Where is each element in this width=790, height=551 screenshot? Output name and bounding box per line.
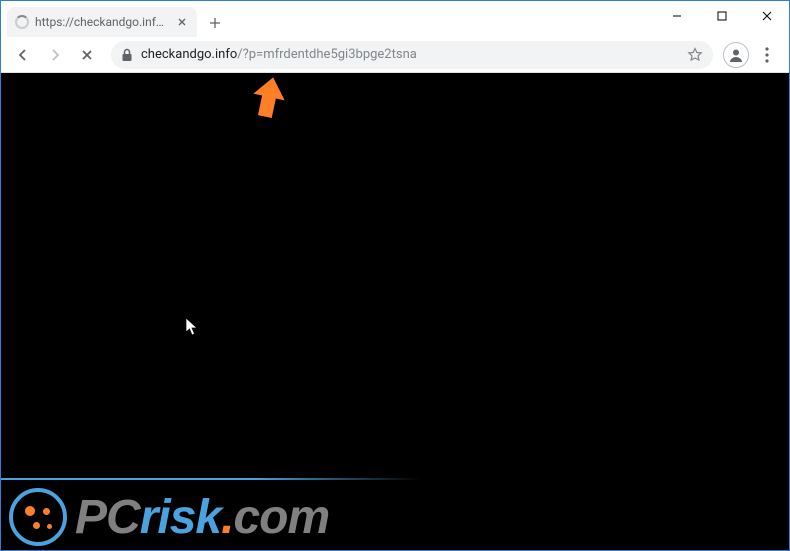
url-host: checkandgo.info (141, 47, 237, 62)
page-content: PCrisk.com (1, 73, 789, 550)
watermark-text: PCrisk.com (75, 490, 329, 545)
stop-loading-button[interactable] (73, 41, 101, 69)
lock-icon (121, 48, 133, 62)
forward-button[interactable] (41, 41, 69, 69)
toolbar: checkandgo.info/?p=mfrdentdhe5gi3bpge2ts… (1, 37, 789, 73)
title-bar: https://checkandgo.info/?p=mfr (1, 1, 789, 37)
watermark-dot: . (221, 490, 233, 545)
close-window-button[interactable] (744, 1, 789, 31)
url-text: checkandgo.info/?p=mfrdentdhe5gi3bpge2ts… (141, 47, 679, 62)
bookmark-star-icon[interactable] (687, 47, 703, 63)
tab-strip: https://checkandgo.info/?p=mfr (1, 1, 654, 37)
watermark-pc: PC (75, 490, 140, 545)
url-path: /?p=mfrdentdhe5gi3bpge2tsna (237, 47, 417, 62)
watermark-com: com (233, 490, 329, 545)
address-bar[interactable]: checkandgo.info/?p=mfrdentdhe5gi3bpge2ts… (111, 41, 713, 69)
watermark-risk: risk (140, 490, 221, 545)
watermark-separator (1, 478, 421, 480)
profile-avatar-icon[interactable] (723, 42, 749, 68)
back-button[interactable] (9, 41, 37, 69)
watermark: PCrisk.com (9, 488, 329, 546)
menu-button[interactable] (753, 41, 781, 69)
window-controls (654, 1, 789, 31)
loading-spinner-icon (15, 15, 29, 29)
tab-title: https://checkandgo.info/?p=mfr (35, 15, 169, 29)
mouse-cursor-icon (185, 317, 199, 341)
annotation-arrow-icon (249, 75, 289, 124)
browser-tab[interactable]: https://checkandgo.info/?p=mfr (7, 7, 197, 37)
watermark-badge-icon (9, 488, 67, 546)
browser-window: https://checkandgo.info/?p=mfr (0, 0, 790, 551)
maximize-button[interactable] (699, 1, 744, 31)
close-tab-button[interactable] (175, 15, 189, 29)
new-tab-button[interactable] (201, 9, 229, 37)
minimize-button[interactable] (654, 1, 699, 31)
